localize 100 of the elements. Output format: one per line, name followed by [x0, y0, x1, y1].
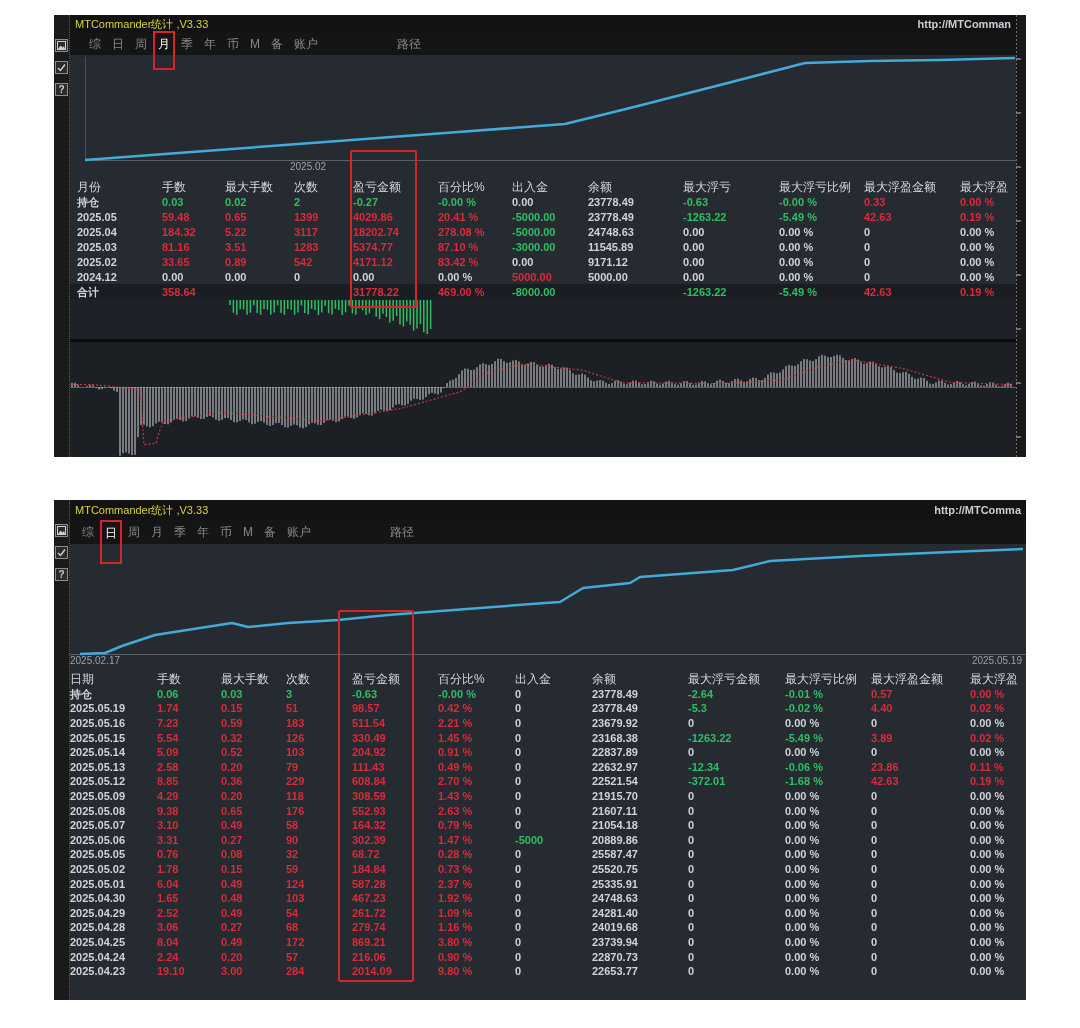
tab[interactable]: 月 — [146, 520, 168, 544]
table-cell: 2025.02 — [77, 254, 117, 269]
tab[interactable]: 日 — [107, 33, 129, 55]
column-header: 最大浮盈 — [960, 179, 1008, 194]
table-cell: -5.49 % — [779, 284, 817, 299]
table-cell: 3.31 — [157, 832, 179, 847]
table-cell: 0.00 % — [785, 803, 820, 818]
table-cell: 2025.05.08 — [70, 803, 126, 818]
table-cell: 0.00 % — [970, 818, 1005, 833]
tab[interactable]: 综 — [84, 33, 106, 55]
toolbar-button[interactable] — [55, 546, 68, 559]
table-cell: 2025.04.25 — [70, 935, 126, 949]
table-cell: 20.41 % — [438, 209, 479, 224]
table-cell: 587.28 — [352, 876, 386, 891]
table-cell: 3117 — [294, 224, 318, 239]
table-cell: 79 — [286, 759, 299, 774]
help-button[interactable]: ? — [55, 568, 68, 581]
table-cell: 42.63 — [864, 284, 892, 299]
column-header: 次数 — [286, 672, 310, 687]
table-cell: 0 — [688, 832, 695, 847]
column-header: 最大浮盈金额 — [871, 672, 943, 687]
table-cell: 3.00 — [221, 964, 243, 979]
table-cell: 552.93 — [352, 803, 386, 818]
table-cell: 0 — [864, 254, 871, 269]
toolbar-button[interactable] — [55, 61, 68, 74]
column-header: 最大浮盈 — [970, 672, 1018, 687]
tab[interactable]: 周 — [130, 33, 152, 55]
table-cell: 0.91 % — [438, 745, 473, 760]
table-cell: 59.48 — [162, 209, 190, 224]
table-cell: 57 — [286, 949, 299, 964]
tab[interactable]: M — [238, 520, 258, 544]
date-label: 2025.02 — [290, 162, 327, 172]
table-cell: 1.43 % — [438, 789, 473, 804]
table-cell: 5000.00 — [588, 269, 628, 284]
tab[interactable]: 币 — [222, 33, 244, 55]
table-cell: -0.27 — [353, 194, 379, 209]
table-cell: 0.79 % — [438, 818, 473, 833]
toolbar-button[interactable] — [55, 524, 68, 537]
table-cell: 0 — [871, 920, 878, 935]
tab[interactable]: 月 — [153, 31, 175, 70]
table-cell: 0 — [871, 745, 878, 760]
tab[interactable]: 周 — [123, 520, 145, 544]
table-cell: 0 — [515, 964, 522, 979]
table-cell: 23168.38 — [592, 730, 638, 745]
table-cell: 0 — [515, 876, 522, 891]
toolbar-button[interactable] — [55, 39, 68, 52]
table-cell: 33.65 — [162, 254, 190, 269]
table-cell: 0.15 — [221, 862, 243, 876]
table-cell: -0.00 % — [438, 194, 476, 209]
table-cell: 0.42 % — [438, 701, 473, 716]
table-cell: 0.00 % — [438, 269, 473, 284]
table-cell: 0.00 % — [785, 905, 820, 920]
tab[interactable]: 季 — [169, 520, 191, 544]
table-cell: 0 — [688, 847, 695, 862]
column-header: 百分比% — [438, 179, 485, 194]
table-cell: 0.00 % — [970, 745, 1005, 760]
path-button[interactable]: 路径 — [387, 520, 417, 544]
path-button[interactable]: 路径 — [394, 33, 424, 55]
tab[interactable]: 季 — [176, 33, 198, 55]
table-cell: 2025.05.09 — [70, 789, 126, 804]
table-cell: 0.00 % — [785, 818, 820, 833]
tab[interactable]: 备 — [266, 33, 288, 55]
table-cell: -1263.22 — [688, 730, 732, 745]
table-cell: 4.40 — [871, 701, 893, 716]
tab[interactable]: 综 — [77, 520, 99, 544]
tab[interactable]: M — [245, 33, 265, 55]
table-cell: 176 — [286, 803, 305, 818]
table-cell: 3.10 — [157, 818, 179, 833]
table-cell: 0.57 — [871, 686, 893, 701]
column-header: 盈亏金额 — [352, 672, 400, 687]
table-cell: 0 — [515, 759, 522, 774]
table-cell: 2.24 — [157, 949, 179, 964]
table-cell: 0.03 — [162, 194, 184, 209]
tab[interactable]: 年 — [192, 520, 214, 544]
table-cell: 0.59 — [221, 716, 243, 731]
table-cell: -3000.00 — [512, 239, 556, 254]
table-cell: 0.00 — [683, 269, 705, 284]
date-label: 2025.05.19 — [971, 656, 1022, 668]
column-header: 最大手数 — [221, 672, 269, 687]
column-header: 最大浮盈金额 — [864, 179, 936, 194]
tab[interactable]: 账户 — [282, 520, 316, 544]
table-cell: -5.49 % — [779, 209, 817, 224]
table-cell: 23739.94 — [592, 935, 638, 949]
tab[interactable]: 币 — [215, 520, 237, 544]
table-cell: 8.85 — [157, 774, 179, 789]
table-cell: 330.49 — [352, 730, 386, 745]
help-button[interactable]: ? — [55, 83, 68, 96]
column-header: 次数 — [294, 179, 318, 194]
table-cell: 2025.04.30 — [70, 891, 126, 906]
tab[interactable]: 账户 — [289, 33, 323, 55]
tab[interactable]: 年 — [199, 33, 221, 55]
image-icon — [57, 41, 66, 50]
table-cell: 0.00 % — [785, 920, 820, 935]
tab[interactable]: 日 — [100, 520, 122, 564]
table-cell: 0.00 — [162, 269, 184, 284]
table-cell: 1.78 — [157, 862, 179, 876]
table-cell: 0.00 % — [970, 803, 1005, 818]
table-cell: -0.63 — [683, 194, 709, 209]
table-cell: 3.06 — [157, 920, 179, 935]
tab[interactable]: 备 — [259, 520, 281, 544]
